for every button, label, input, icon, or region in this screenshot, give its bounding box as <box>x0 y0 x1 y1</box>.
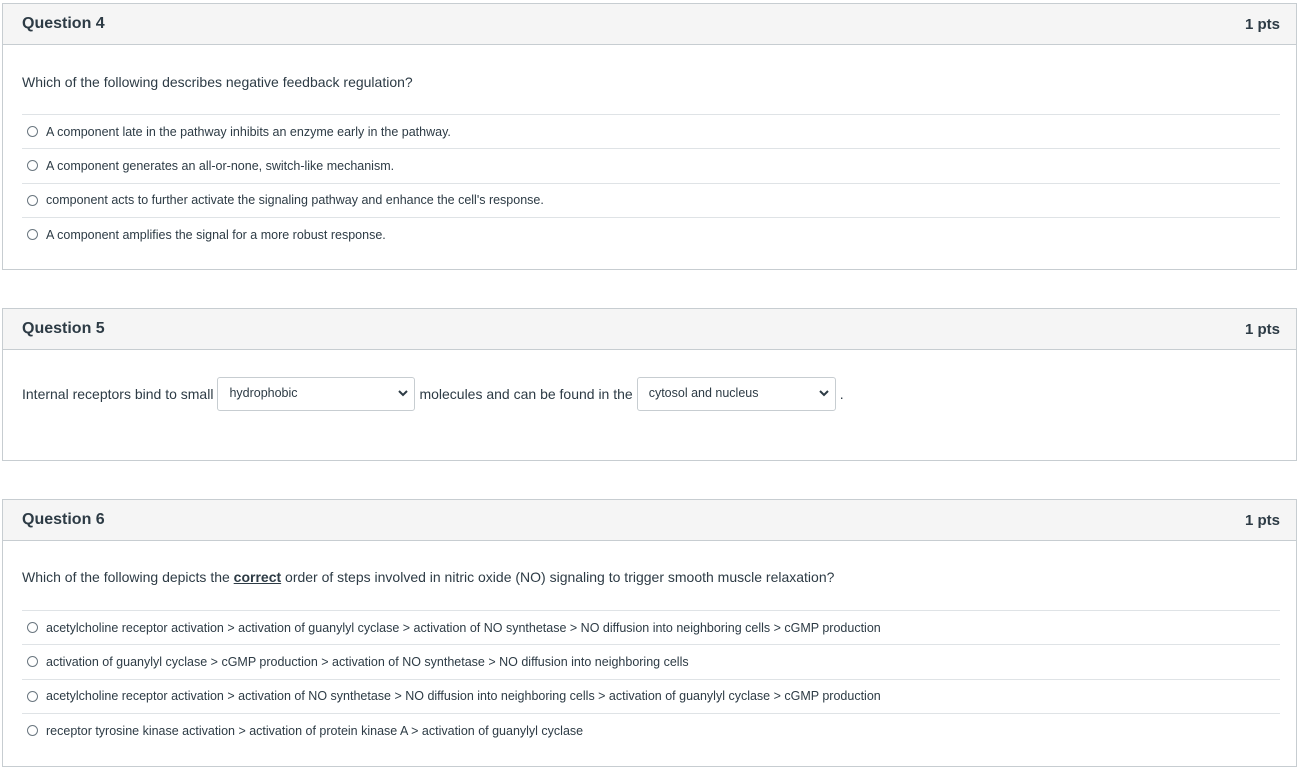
radio-button-icon[interactable] <box>27 622 38 634</box>
question-prompt: Which of the following depicts the corre… <box>22 569 834 585</box>
prompt-text: Which of the following depicts the <box>22 569 230 585</box>
answer-option[interactable]: component acts to further activate the s… <box>22 182 1280 217</box>
answer-list: acetylcholine receptor activation > acti… <box>22 610 1280 747</box>
sentence-text: molecules and can be found in the <box>419 386 633 402</box>
answer-label: component acts to further activate the s… <box>46 193 544 208</box>
radio-button-icon[interactable] <box>27 690 38 702</box>
question-points: 1 pts <box>1244 511 1280 529</box>
fill-in-blank-sentence: Internal receptors bind to small hydroph… <box>22 377 844 411</box>
question-4-card: Question 4 1 pts Which of the following … <box>2 3 1297 270</box>
radio-button-icon[interactable] <box>27 194 38 206</box>
answer-list: A component late in the pathway inhibits… <box>22 114 1280 251</box>
radio-button-icon[interactable] <box>27 725 38 737</box>
chevron-down-icon <box>398 390 409 397</box>
radio-button-icon[interactable] <box>27 229 38 241</box>
prompt-text: order of steps involved in nitric oxide … <box>285 569 835 585</box>
question-points: 1 pts <box>1244 15 1280 33</box>
question-5-card: Question 5 1 pts Internal receptors bind… <box>2 308 1297 461</box>
answer-option[interactable]: activation of guanylyl cyclase > cGMP pr… <box>22 644 1280 678</box>
answer-option[interactable]: acetylcholine receptor activation > acti… <box>22 610 1280 644</box>
dropdown-value: cytosol and nucleus <box>648 386 759 400</box>
answer-option[interactable]: A component late in the pathway inhibits… <box>22 114 1280 148</box>
answer-option[interactable]: receptor tyrosine kinase activation > ac… <box>22 712 1280 747</box>
question-points: 1 pts <box>1244 320 1280 338</box>
answer-option[interactable]: acetylcholine receptor activation > acti… <box>22 678 1280 713</box>
answer-label: activation of guanylyl cyclase > cGMP pr… <box>46 654 689 669</box>
dropdown-value: hydrophobic <box>229 386 298 400</box>
question-title: Question 5 <box>22 320 105 337</box>
question-title: Question 6 <box>22 511 105 528</box>
answer-label: acetylcholine receptor activation > acti… <box>46 620 881 635</box>
sentence-text: . <box>839 386 844 402</box>
radio-button-icon[interactable] <box>27 126 38 138</box>
location-dropdown[interactable]: cytosol and nucleus <box>636 377 836 411</box>
question-6-card: Question 6 1 pts Which of the following … <box>2 499 1297 767</box>
answer-option[interactable]: A component generates an all-or-none, sw… <box>22 148 1280 182</box>
answer-label: A component generates an all-or-none, sw… <box>46 158 395 173</box>
question-6-header: Question 6 1 pts <box>3 500 1296 541</box>
question-prompt: Which of the following describes negativ… <box>22 74 413 90</box>
radio-button-icon[interactable] <box>27 160 38 172</box>
radio-button-icon[interactable] <box>27 656 38 668</box>
question-title: Question 4 <box>22 15 105 32</box>
prompt-emphasis: correct <box>233 569 282 585</box>
answer-option[interactable]: A component amplifies the signal for a m… <box>22 216 1280 251</box>
answer-label: A component amplifies the signal for a m… <box>46 227 386 242</box>
sentence-text: Internal receptors bind to small <box>22 386 214 402</box>
answer-label: acetylcholine receptor activation > acti… <box>46 689 881 704</box>
answer-label: A component late in the pathway inhibits… <box>46 124 451 139</box>
chevron-down-icon <box>818 390 829 397</box>
question-5-header: Question 5 1 pts <box>3 309 1296 350</box>
hydrophobicity-dropdown[interactable]: hydrophobic <box>217 377 416 411</box>
question-4-header: Question 4 1 pts <box>3 4 1296 45</box>
answer-label: receptor tyrosine kinase activation > ac… <box>46 723 584 738</box>
